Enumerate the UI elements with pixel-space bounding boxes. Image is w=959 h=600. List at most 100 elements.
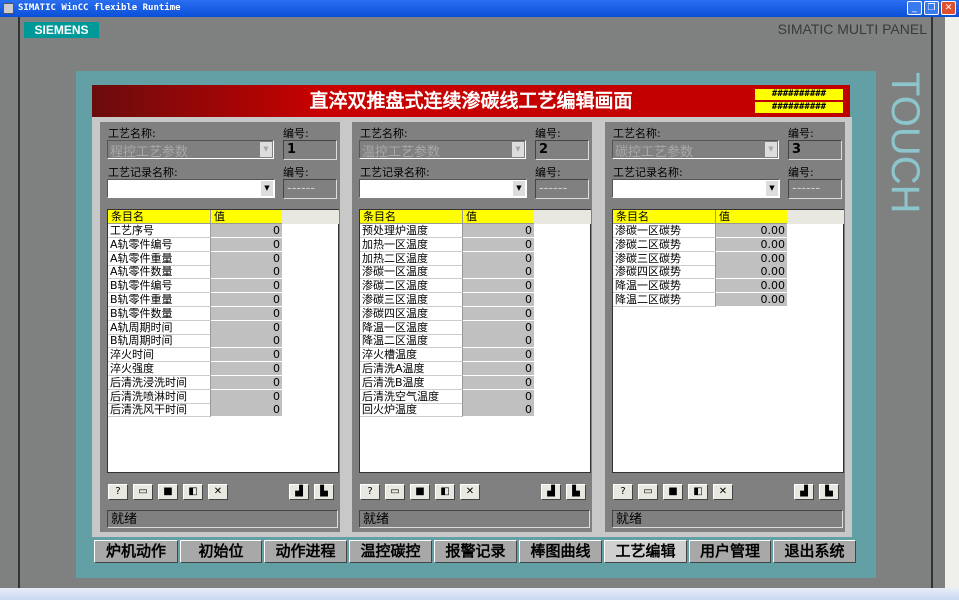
entry-value[interactable]: 0 (463, 293, 534, 307)
tab-button[interactable]: 温控碳控 (349, 540, 432, 563)
entry-value[interactable]: 0 (463, 224, 534, 238)
entry-value[interactable]: 0 (463, 265, 534, 280)
entry-name: 渗碳二区碳势 (613, 237, 716, 252)
vertical-scrollbar[interactable] (945, 17, 959, 588)
save-button[interactable]: ■ (158, 484, 178, 500)
save-icon: ■ (668, 486, 678, 497)
tab-button[interactable]: 报警记录 (434, 540, 517, 563)
help-button[interactable]: ? (360, 484, 380, 500)
entry-value[interactable]: 0 (211, 293, 282, 307)
entry-value[interactable]: 0 (463, 362, 534, 376)
entry-value[interactable]: 0 (211, 334, 282, 349)
delete-button[interactable]: ✕ (713, 484, 733, 500)
import-button[interactable]: ▙ (314, 484, 334, 500)
minimize-button[interactable]: _ (907, 1, 922, 15)
open-icon: ▭ (138, 486, 148, 497)
entry-name: B轨零件数量 (108, 306, 211, 321)
entry-value[interactable]: 0 (463, 348, 534, 363)
entry-value[interactable]: 0 (211, 237, 282, 252)
record-name-select[interactable]: ▼ (359, 179, 527, 198)
column-header-value: 值 (463, 210, 534, 224)
siemens-logo: SIEMENS (24, 22, 99, 38)
column-header-name: 条目名 (360, 210, 463, 224)
delete-button[interactable]: ✕ (460, 484, 480, 500)
entry-value[interactable]: 0 (211, 224, 282, 238)
delete-button[interactable]: ✕ (208, 484, 228, 500)
export-button[interactable]: ▟ (541, 484, 561, 500)
import-button[interactable]: ▙ (819, 484, 839, 500)
save-button[interactable]: ■ (410, 484, 430, 500)
tab-button[interactable]: 棒图曲线 (519, 540, 602, 563)
entry-value[interactable]: 0 (463, 306, 534, 321)
import-button[interactable]: ▙ (566, 484, 586, 500)
chevron-down-icon: ▼ (260, 142, 272, 157)
entry-value[interactable]: 0 (463, 403, 534, 418)
entry-value[interactable]: 0.00 (716, 224, 787, 238)
entry-value[interactable]: 0 (211, 251, 282, 266)
recipe-table[interactable]: 条目名值工艺序号 0 A轨零件编号 0 A轨零件重量 0 A轨零件数量 0 B轨零件编号 0 B轨… (107, 209, 339, 473)
record-name-select[interactable]: ▼ (612, 179, 780, 198)
export-button[interactable]: ▟ (289, 484, 309, 500)
entry-value[interactable]: 0 (463, 375, 534, 390)
save-button[interactable]: ■ (663, 484, 683, 500)
tab-button[interactable]: 动作进程 (264, 540, 347, 563)
help-icon: ? (115, 486, 121, 497)
entry-value[interactable]: 0 (211, 348, 282, 363)
open-button[interactable]: ▭ (385, 484, 405, 500)
entry-value[interactable]: 0.00 (716, 237, 787, 252)
help-button[interactable]: ? (613, 484, 633, 500)
entry-value[interactable]: 0.00 (716, 265, 787, 280)
entry-value[interactable]: 0 (211, 306, 282, 321)
help-button[interactable]: ? (108, 484, 128, 500)
entry-value[interactable]: 0 (463, 389, 534, 404)
open-button[interactable]: ▭ (638, 484, 658, 500)
tab-button[interactable]: 退出系统 (773, 540, 856, 563)
horizontal-scrollbar[interactable] (0, 588, 959, 600)
record-name-select[interactable]: ▼ (107, 179, 275, 198)
entry-value[interactable]: 0 (463, 320, 534, 335)
record-no-field: ------ (535, 179, 589, 199)
tab-button[interactable]: 用户管理 (689, 540, 771, 563)
export-icon: ▟ (800, 486, 808, 497)
recipe-name-select[interactable]: 程控工艺参数 ▼ (107, 140, 274, 160)
recipe-name-select[interactable]: 碳控工艺参数 ▼ (612, 140, 779, 160)
entry-value[interactable]: 0.00 (716, 293, 787, 307)
entry-value[interactable]: 0.00 (716, 251, 787, 266)
restore-button[interactable]: ❐ (924, 1, 939, 15)
open-icon: ▭ (643, 486, 653, 497)
tab-button[interactable]: 初始位 (180, 540, 262, 563)
tab-button[interactable]: 炉机动作 (94, 540, 178, 563)
entry-name: 后清洗空气温度 (360, 389, 463, 404)
export-button[interactable]: ▟ (794, 484, 814, 500)
entry-value[interactable]: 0 (211, 265, 282, 280)
entry-name: 渗碳一区温度 (360, 265, 463, 280)
window-title: SIMATIC WinCC flexible Runtime (18, 3, 181, 13)
save-as-button[interactable]: ◧ (183, 484, 203, 500)
recipe-name-label: 工艺名称: (613, 127, 661, 140)
recipe-name-select[interactable]: 温控工艺参数 ▼ (359, 140, 526, 160)
save-as-button[interactable]: ◧ (435, 484, 455, 500)
import-icon: ▙ (572, 486, 580, 497)
record-no-field: ------ (283, 179, 337, 199)
entry-name: A轨零件编号 (108, 237, 211, 252)
entry-name: 加热一区温度 (360, 237, 463, 252)
save-as-button[interactable]: ◧ (688, 484, 708, 500)
open-button[interactable]: ▭ (133, 484, 153, 500)
entry-value[interactable]: 0 (211, 320, 282, 335)
entry-value[interactable]: 0 (463, 237, 534, 252)
entry-value[interactable]: 0 (211, 362, 282, 376)
entry-name: A轨零件数量 (108, 265, 211, 280)
entry-value[interactable]: 0 (211, 389, 282, 404)
entry-value[interactable]: 0 (463, 279, 534, 294)
recipe-table[interactable]: 条目名值渗碳一区碳势 0.00 渗碳二区碳势 0.00 渗碳三区碳势 0.00 渗碳四区碳势… (612, 209, 844, 473)
entry-value[interactable]: 0 (211, 279, 282, 294)
entry-value[interactable]: 0 (463, 334, 534, 349)
recipe-table[interactable]: 条目名值预处理炉温度 0 加热一区温度 0 加热二区温度 0 渗碳一区温度 0 渗碳二区温度 0 渗… (359, 209, 591, 473)
entry-value[interactable]: 0 (463, 251, 534, 266)
tab-button[interactable]: 工艺编辑 (604, 540, 687, 563)
close-button[interactable]: ✕ (941, 1, 956, 15)
entry-value[interactable]: 0 (211, 375, 282, 390)
header-filler (282, 210, 339, 224)
entry-value[interactable]: 0.00 (716, 279, 787, 294)
entry-value[interactable]: 0 (211, 403, 282, 418)
